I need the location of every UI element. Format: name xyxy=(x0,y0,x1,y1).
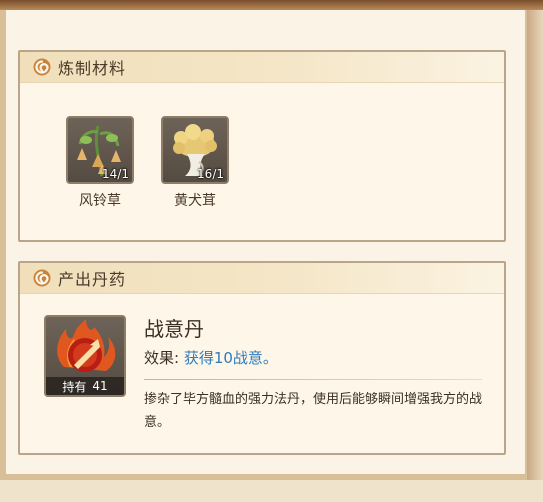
swirl-icon xyxy=(33,58,51,76)
pill-name: 战意丹 xyxy=(144,317,204,341)
material-slot: 14/1 xyxy=(66,116,134,184)
material-name: 风铃草 xyxy=(79,193,121,209)
swirl-icon xyxy=(33,269,51,287)
hold-count: 41 xyxy=(92,379,108,393)
material-name: 黄犬茸 xyxy=(174,193,216,209)
material-count: 16/1 xyxy=(197,167,224,181)
materials-panel: 炼制材料 14/1 风铃草 16/1 黄犬茸 xyxy=(18,50,506,242)
window-top-edge xyxy=(0,0,543,10)
fire-pill-icon xyxy=(57,319,116,372)
effect-value: 获得10战意。 xyxy=(183,349,278,367)
material-item-bellflower[interactable]: 14/1 风铃草 xyxy=(66,116,134,210)
output-panel-title: 产出丹药 xyxy=(58,270,127,289)
materials-panel-title: 炼制材料 xyxy=(58,59,127,78)
material-item-yellow-fungus[interactable]: 16/1 黄犬茸 xyxy=(161,116,229,210)
pill-description: 掺杂了毕方髓血的强力法丹，使用后能够瞬间增强我方的战意。 xyxy=(144,392,483,430)
materials-panel-header: 炼制材料 xyxy=(20,52,504,83)
dialog-frame-edge xyxy=(527,10,543,502)
divider xyxy=(144,379,482,380)
pill-slot[interactable]: 持有 41 xyxy=(44,315,126,397)
dialog-bottom-band xyxy=(0,480,543,502)
pill-hold-bar: 持有 41 xyxy=(46,377,124,395)
material-count: 14/1 xyxy=(102,167,129,181)
output-panel-header: 产出丹药 xyxy=(20,263,504,294)
effect-label: 效果: xyxy=(144,349,180,367)
hold-label: 持有 xyxy=(62,379,87,394)
pill-effect: 效果: 获得10战意。 xyxy=(144,347,278,368)
material-slot: 16/1 xyxy=(161,116,229,184)
